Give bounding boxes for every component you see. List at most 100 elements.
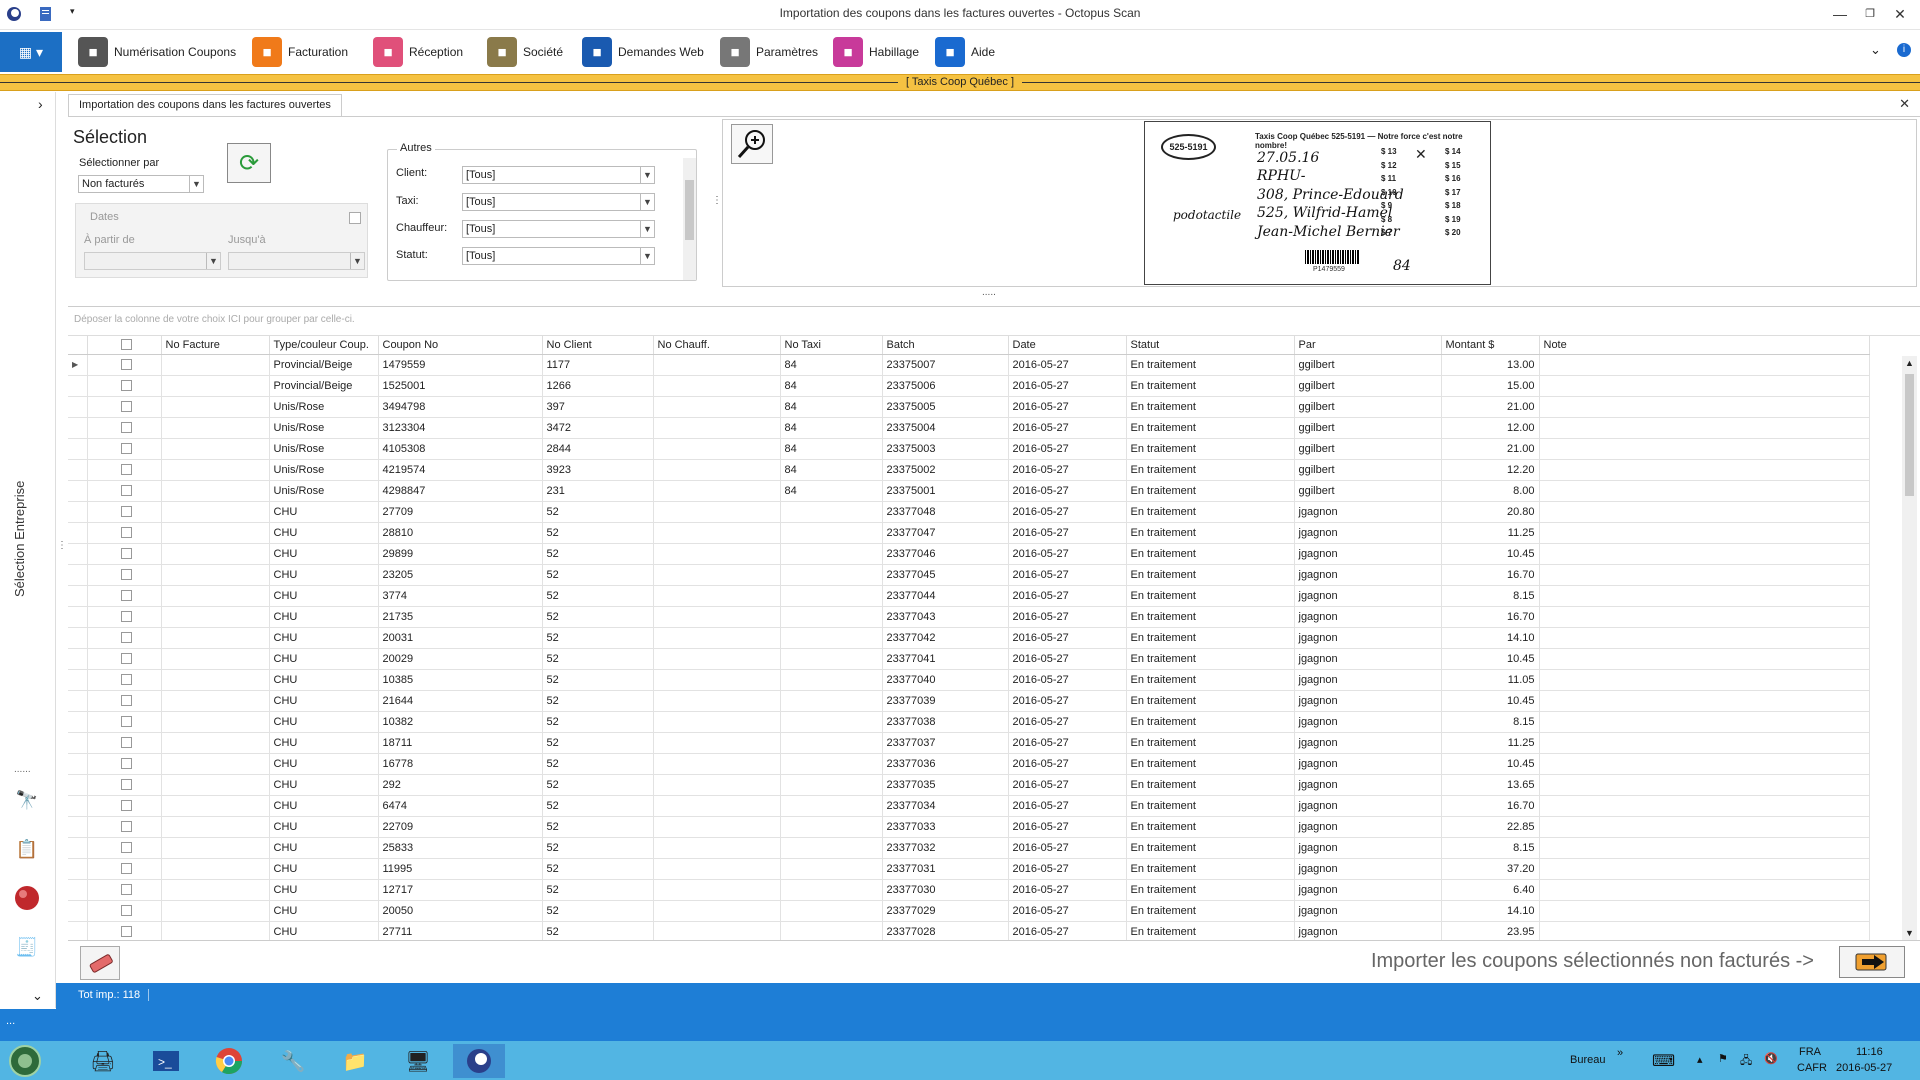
table-row[interactable]: CHU 10382 52 23377038 2016-05-27 En traitemen… (68, 711, 1870, 733)
column-header[interactable]: Batch (882, 336, 1009, 355)
octopus-scan-taskbar-icon[interactable] (453, 1044, 505, 1078)
toolbar-expand-icon[interactable]: » (1617, 1047, 1623, 1059)
report-icon[interactable]: 🧾 (12, 932, 42, 962)
desktop-toolbar-label[interactable]: Bureau (1570, 1054, 1605, 1066)
table-row[interactable]: CHU 3774 52 23377044 2016-05-27 En traitement… (68, 585, 1870, 607)
globe-red-icon[interactable] (12, 883, 42, 913)
row-checkbox[interactable] (120, 485, 132, 497)
pane-splitter-grip[interactable]: ⋮ (712, 195, 722, 206)
row-select-cell[interactable] (87, 900, 162, 922)
table-row[interactable]: CHU 28810 52 23377047 2016-05-27 En traitemen… (68, 522, 1870, 544)
column-header[interactable]: No Taxi (780, 336, 883, 355)
select-by-combo[interactable]: Non facturés ▼ (78, 175, 204, 193)
row-checkbox[interactable] (120, 674, 132, 686)
scroll-up-icon[interactable]: ▲ (1905, 358, 1914, 368)
row-checkbox[interactable] (120, 380, 132, 392)
scroll-down-icon[interactable]: ▼ (1905, 928, 1914, 938)
ribbon-item-6[interactable]: ■ Habillage (833, 35, 919, 69)
row-checkbox[interactable] (120, 359, 132, 371)
row-checkbox[interactable] (120, 842, 132, 854)
row-select-cell[interactable] (87, 753, 162, 775)
client-combo[interactable]: [Tous] ▼ (462, 166, 655, 184)
column-header[interactable]: No Client (542, 336, 654, 355)
row-select-cell[interactable] (87, 459, 162, 481)
row-select-cell[interactable] (87, 438, 162, 460)
row-select-cell[interactable] (87, 732, 162, 754)
clock-time[interactable]: 11:16 (1856, 1046, 1883, 1058)
to-date-combo[interactable]: ▼ (228, 252, 365, 270)
keyboard-icon[interactable]: ⌨ (1652, 1051, 1675, 1071)
table-row[interactable]: CHU 20029 52 23377041 2016-05-27 En traitemen… (68, 648, 1870, 670)
column-header[interactable]: No Facture (161, 336, 270, 355)
table-row[interactable]: CHU 11995 52 23377031 2016-05-27 En traitemen… (68, 858, 1870, 880)
ribbon-item-1[interactable]: ■ Facturation (252, 35, 348, 69)
binoculars-icon[interactable]: 🔭 (12, 785, 42, 815)
row-select-cell[interactable] (87, 354, 162, 376)
row-select-cell[interactable] (87, 795, 162, 817)
table-row[interactable]: Unis/Rose 3494798 397 84 23375005 2016-05-27 E… (68, 396, 1870, 418)
row-select-cell[interactable] (87, 543, 162, 565)
table-row[interactable]: CHU 25833 52 23377032 2016-05-27 En traitemen… (68, 837, 1870, 859)
row-select-cell[interactable] (87, 585, 162, 607)
close-tab-icon[interactable]: ✕ (1899, 96, 1910, 112)
flag-icon[interactable]: ⚑ (1718, 1052, 1728, 1065)
row-checkbox[interactable] (120, 758, 132, 770)
row-select-cell[interactable] (87, 837, 162, 859)
clear-selection-button[interactable] (80, 946, 120, 980)
row-checkbox[interactable] (120, 422, 132, 434)
row-select-cell[interactable] (87, 690, 162, 712)
table-row[interactable]: CHU 29899 52 23377046 2016-05-27 En traitemen… (68, 543, 1870, 565)
row-checkbox[interactable] (120, 548, 132, 560)
chevron-down-icon[interactable]: ▼ (640, 167, 654, 183)
row-select-cell[interactable] (87, 417, 162, 439)
table-row[interactable]: Provincial/Beige 1525001 1266 84 23375006 201… (68, 375, 1870, 397)
clock-date[interactable]: 2016-05-27 (1836, 1062, 1892, 1074)
row-select-cell[interactable] (87, 564, 162, 586)
taxi-combo[interactable]: [Tous] ▼ (462, 193, 655, 211)
select-all-checkbox[interactable] (120, 339, 132, 351)
start-button-icon[interactable] (2, 1044, 48, 1078)
file-explorer-icon[interactable]: 📁 (332, 1044, 378, 1078)
column-header[interactable]: Coupon No (378, 336, 543, 355)
table-row[interactable]: CHU 22709 52 23377033 2016-05-27 En traitemen… (68, 816, 1870, 838)
selection-entreprise-label[interactable]: Sélection Entreprise (12, 481, 27, 597)
row-select-cell[interactable] (87, 627, 162, 649)
table-row[interactable]: CHU 292 52 23377035 2016-05-27 En traitement j… (68, 774, 1870, 796)
chrome-icon[interactable] (206, 1044, 252, 1078)
table-row[interactable]: CHU 21735 52 23377043 2016-05-27 En traitemen… (68, 606, 1870, 628)
close-button[interactable]: ✕ (1886, 4, 1914, 24)
row-checkbox[interactable] (120, 506, 132, 518)
row-checkbox[interactable] (120, 905, 132, 917)
dates-checkbox[interactable] (349, 212, 361, 224)
input-language[interactable]: FRA (1799, 1046, 1821, 1058)
table-row[interactable]: CHU 18711 52 23377037 2016-05-27 En traitemen… (68, 732, 1870, 754)
row-checkbox[interactable] (120, 779, 132, 791)
group-by-area[interactable]: Déposer la colonne de votre choix ICI po… (68, 306, 1920, 336)
row-checkbox[interactable] (120, 590, 132, 602)
from-date-combo[interactable]: ▼ (84, 252, 221, 270)
row-select-cell[interactable] (87, 480, 162, 502)
row-select-cell[interactable] (87, 522, 162, 544)
table-row[interactable]: CHU 10385 52 23377040 2016-05-27 En traitemen… (68, 669, 1870, 691)
chauffeur-combo[interactable]: [Tous] ▼ (462, 220, 655, 238)
row-select-cell[interactable] (87, 501, 162, 523)
row-select-cell[interactable] (87, 606, 162, 628)
chevron-down-icon[interactable]: ▼ (189, 176, 203, 192)
row-checkbox[interactable] (120, 821, 132, 833)
row-select-cell[interactable] (87, 879, 162, 901)
ribbon-item-5[interactable]: ■ Paramètres (720, 35, 818, 69)
tools-icon[interactable]: 🔧 (270, 1044, 316, 1078)
minimize-button[interactable]: — (1826, 4, 1854, 24)
row-checkbox[interactable] (120, 401, 132, 413)
column-header[interactable]: Montant $ (1441, 336, 1540, 355)
horizontal-splitter-grip[interactable]: ..... (982, 287, 996, 298)
table-row[interactable]: Unis/Rose 4219574 3923 84 23375002 2016-05-27… (68, 459, 1870, 481)
column-header[interactable]: Statut (1126, 336, 1295, 355)
autres-scrollbar[interactable] (683, 158, 696, 280)
row-checkbox[interactable] (120, 800, 132, 812)
row-select-cell[interactable] (87, 711, 162, 733)
chevron-down-icon[interactable]: ▼ (640, 248, 654, 264)
row-select-cell[interactable] (87, 396, 162, 418)
tray-chevron-icon[interactable]: ▴ (1697, 1053, 1703, 1066)
table-row[interactable]: CHU 20050 52 23377029 2016-05-27 En traitemen… (68, 900, 1870, 922)
